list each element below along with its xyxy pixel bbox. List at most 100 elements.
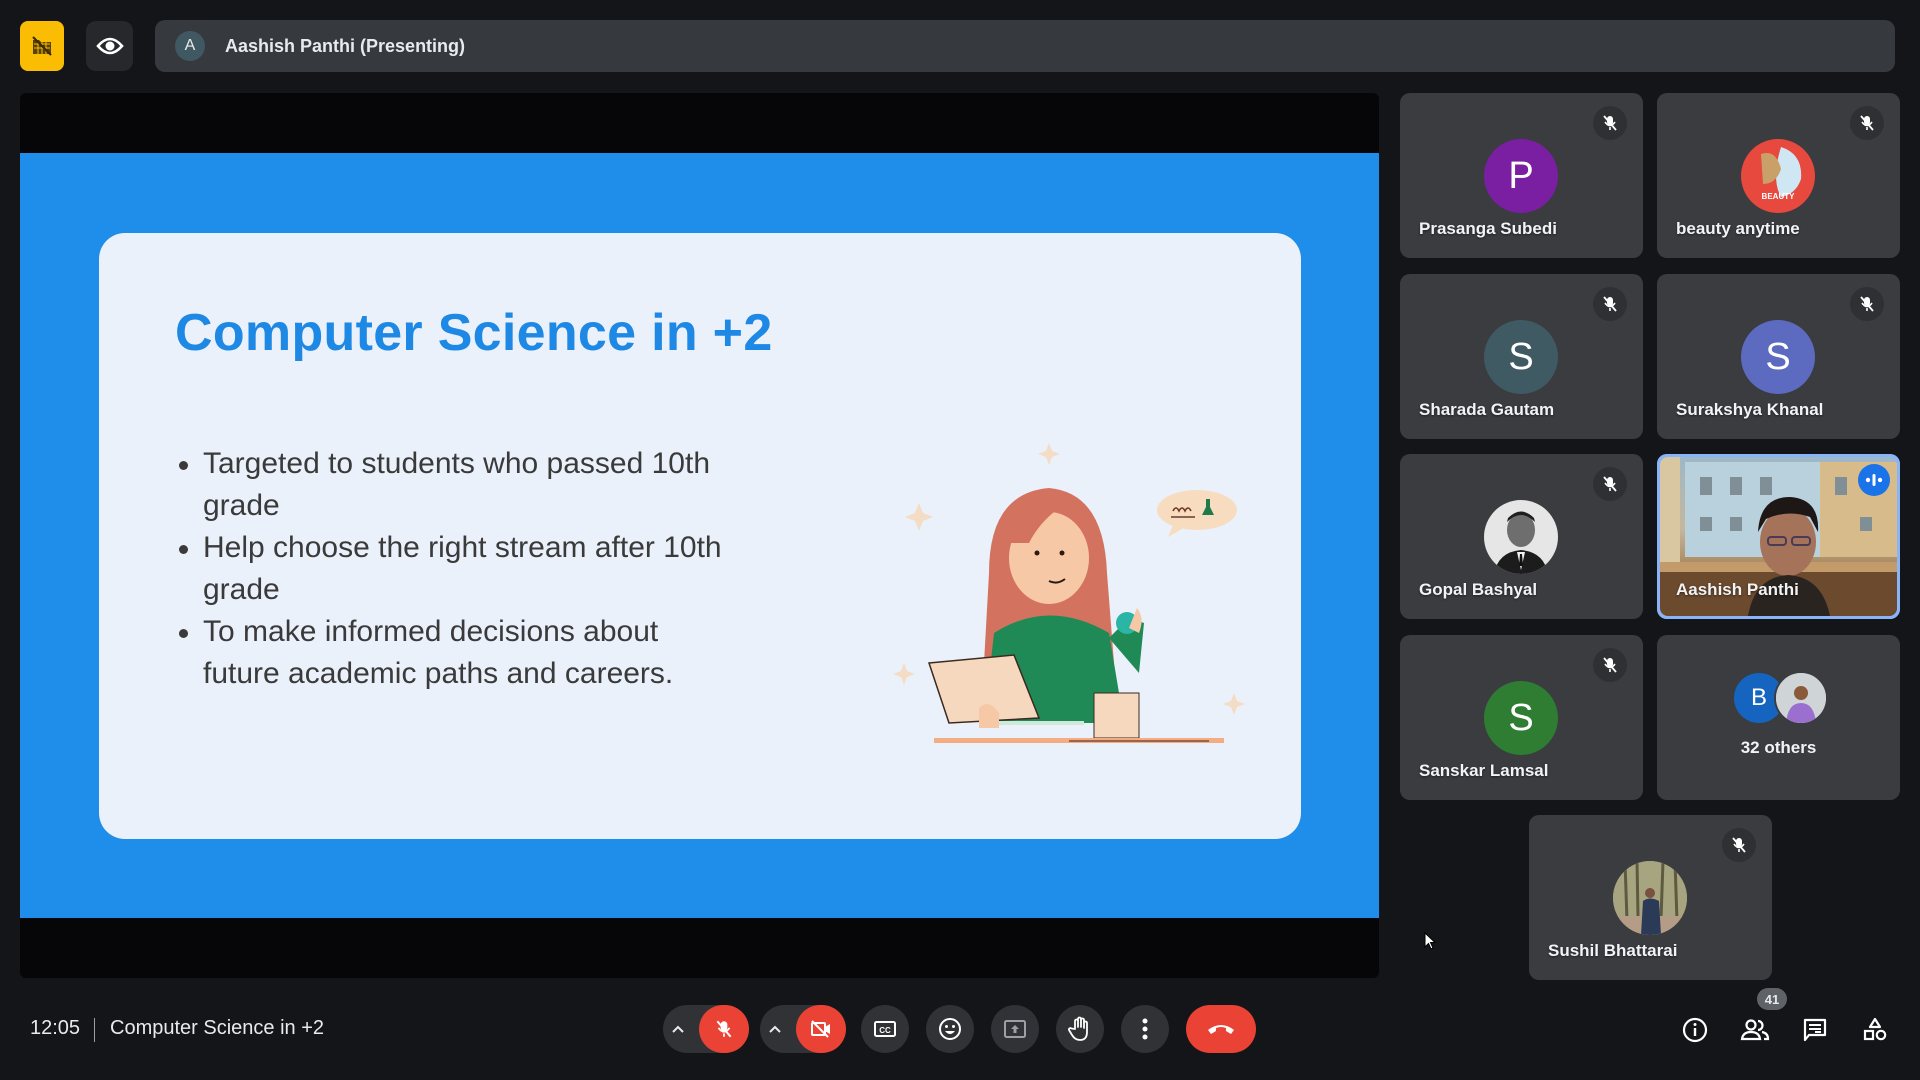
- participant-name: Prasanga Subedi: [1419, 219, 1557, 238]
- others-avatar-photo: [1776, 673, 1826, 723]
- present-screen-icon: [1004, 1020, 1026, 1038]
- mic-off-icon: [1860, 115, 1874, 131]
- avatar: P: [1484, 139, 1558, 213]
- profile-photo: [1494, 511, 1548, 574]
- activities-button[interactable]: [1855, 1010, 1895, 1050]
- slide-bullets: Targeted to students who passed 10th gra…: [177, 443, 737, 695]
- student-illustration: [893, 443, 1245, 743]
- meeting-clock: 12:05: [30, 1017, 81, 1039]
- mic-off-icon: [1732, 837, 1746, 853]
- view-button[interactable]: [86, 21, 133, 71]
- recording-off-badge[interactable]: [20, 21, 64, 71]
- chevron-up-icon: [672, 1025, 684, 1033]
- more-options-button[interactable]: [1121, 1005, 1169, 1053]
- mic-off-indicator: [1593, 106, 1627, 140]
- participant-name: Sharada Gautam: [1419, 400, 1555, 419]
- avatar: [1484, 500, 1558, 574]
- slide: Computer Science in +2 Targeted to stude…: [20, 153, 1379, 918]
- mic-off-indicator: [1850, 287, 1884, 321]
- mic-off-indicator: [1722, 828, 1756, 862]
- people-button[interactable]: [1735, 1010, 1775, 1050]
- meeting-details-button[interactable]: [1675, 1010, 1715, 1050]
- chat-icon: [1803, 1018, 1827, 1042]
- participant-name: Aashish Panthi: [1676, 580, 1799, 599]
- camera-control-group: [760, 1005, 846, 1053]
- mic-off-icon: [716, 1020, 732, 1038]
- presenter-label: Aashish Panthi (Presenting): [225, 35, 466, 56]
- avatar: S: [1484, 681, 1558, 755]
- camera-toggle-button[interactable]: [796, 1005, 846, 1053]
- presenter-banner[interactable]: A Aashish Panthi (Presenting): [155, 20, 1895, 72]
- audio-level-icon: [1865, 474, 1883, 486]
- avatar: S: [1484, 320, 1558, 394]
- speaking-indicator: [1858, 464, 1890, 496]
- slide-bullet: To make informed decisions about future …: [177, 611, 737, 695]
- mic-off-indicator: [1593, 648, 1627, 682]
- mic-off-icon: [1603, 657, 1617, 673]
- participant-tile[interactable]: Sushil Bhattarai: [1529, 815, 1772, 980]
- participant-name: Sushil Bhattarai: [1548, 941, 1678, 960]
- participant-tile[interactable]: P Prasanga Subedi: [1400, 93, 1643, 258]
- activities-icon: [1863, 1017, 1887, 1041]
- others-tile[interactable]: B 32 others: [1657, 635, 1900, 800]
- meeting-title: Computer Science in +2: [110, 1017, 325, 1039]
- mic-toggle-button[interactable]: [699, 1005, 749, 1053]
- participant-name: beauty anytime: [1676, 219, 1800, 238]
- participant-tile-active-speaker[interactable]: Aashish Panthi: [1657, 454, 1900, 619]
- participant-tile[interactable]: Gopal Bashyal: [1400, 454, 1643, 619]
- people-icon: [1740, 1019, 1770, 1041]
- avatar: [1613, 861, 1687, 935]
- video-settings-button[interactable]: [760, 1025, 790, 1033]
- hand-icon: [1068, 1016, 1088, 1041]
- camera-off-icon: [811, 1020, 830, 1038]
- slide-bullet: Help choose the right stream after 10th …: [177, 527, 737, 611]
- no-recording-icon: [32, 36, 52, 56]
- speech-bubble: [1157, 490, 1237, 537]
- eye-icon: [95, 37, 124, 55]
- closed-captions-icon: CC: [874, 1021, 896, 1037]
- participant-name: Gopal Bashyal: [1419, 580, 1538, 599]
- participant-name: Sanskar Lamsal: [1419, 761, 1549, 780]
- slide-bullet: Targeted to students who passed 10th gra…: [177, 443, 737, 527]
- presentation-stage[interactable]: Computer Science in +2 Targeted to stude…: [20, 93, 1379, 978]
- profile-photo: [1613, 861, 1687, 935]
- info-icon: [1682, 1017, 1708, 1043]
- chevron-up-icon: [769, 1025, 781, 1033]
- beauty-logo-icon: BEAUTY: [1761, 147, 1802, 201]
- participant-tile[interactable]: BEAUTY beauty anytime: [1657, 93, 1900, 258]
- chat-button[interactable]: [1795, 1010, 1835, 1050]
- slide-title: Computer Science in +2: [175, 304, 773, 362]
- mic-off-icon: [1603, 115, 1617, 131]
- mic-off-indicator: [1593, 287, 1627, 321]
- participant-tile[interactable]: S Sharada Gautam: [1400, 274, 1643, 439]
- slide-card: Computer Science in +2 Targeted to stude…: [99, 233, 1301, 839]
- leave-call-button[interactable]: [1186, 1005, 1256, 1053]
- mic-off-icon: [1603, 296, 1617, 312]
- participant-tile[interactable]: S Sanskar Lamsal: [1400, 635, 1643, 800]
- mic-off-icon: [1860, 296, 1874, 312]
- mic-off-indicator: [1850, 106, 1884, 140]
- participant-tile[interactable]: S Surakshya Khanal: [1657, 274, 1900, 439]
- participant-count-badge: 41: [1757, 988, 1787, 1010]
- mouse-cursor-icon: [1424, 932, 1437, 950]
- cup: [1093, 692, 1140, 739]
- participant-name: Surakshya Khanal: [1676, 400, 1824, 419]
- divider: [94, 1018, 95, 1042]
- present-screen-button[interactable]: [991, 1005, 1039, 1053]
- captions-button[interactable]: CC: [861, 1005, 909, 1053]
- more-vert-icon: [1142, 1018, 1148, 1040]
- audio-settings-button[interactable]: [663, 1025, 693, 1033]
- avatar: BEAUTY: [1741, 139, 1815, 213]
- mic-control-group: [663, 1005, 749, 1053]
- emoji-icon: [939, 1018, 961, 1040]
- svg-text:CC: CC: [879, 1026, 891, 1035]
- mic-off-indicator: [1593, 467, 1627, 501]
- reactions-button[interactable]: [926, 1005, 974, 1053]
- svg-text:BEAUTY: BEAUTY: [1762, 192, 1796, 201]
- end-call-icon: [1208, 1025, 1234, 1034]
- others-count: 32 others: [1740, 738, 1817, 757]
- profile-photo: [1776, 673, 1826, 723]
- raise-hand-button[interactable]: [1056, 1005, 1104, 1053]
- avatar: S: [1741, 320, 1815, 394]
- mic-off-icon: [1603, 476, 1617, 492]
